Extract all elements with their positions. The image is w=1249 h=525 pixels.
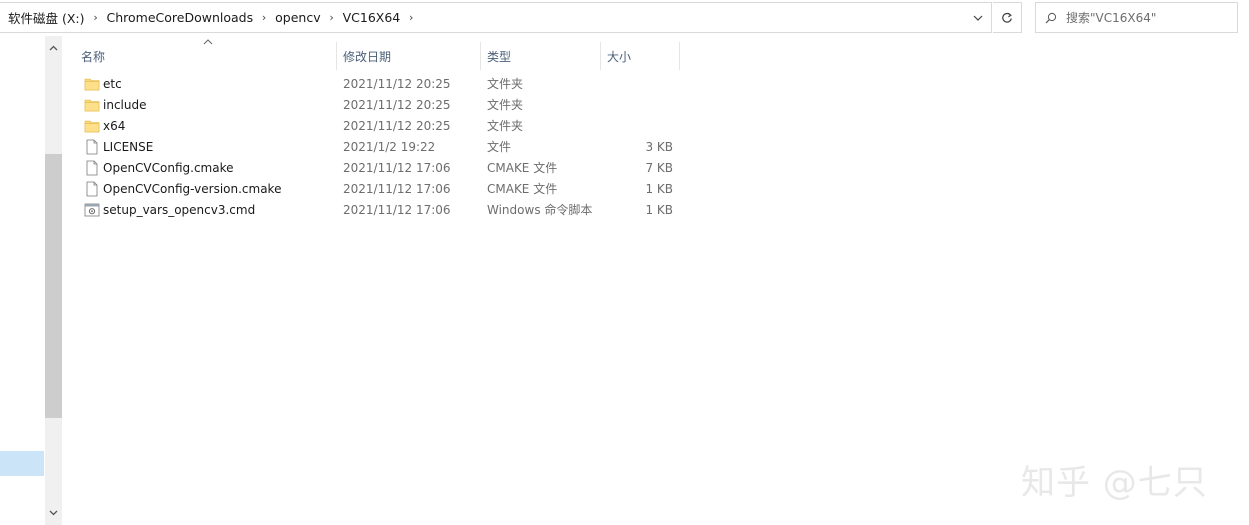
file-icon: [86, 139, 98, 155]
breadcrumb-drive[interactable]: 软件磁盘 (X:): [6, 8, 87, 27]
column-header-name[interactable]: 名称: [81, 42, 336, 70]
file-row-opencvconfig-cmake[interactable]: OpenCVConfig.cmake 2021/11/12 17:06 CMAK…: [76, 157, 676, 178]
file-size: 1 KB: [645, 181, 673, 196]
scroll-down-arrow-icon[interactable]: [45, 505, 62, 521]
file-type: 文件夹: [487, 119, 524, 133]
file-size: 3 KB: [645, 139, 673, 154]
file-date: 2021/1/2 19:22: [343, 139, 436, 154]
chevron-right-icon[interactable]: ›: [255, 11, 273, 24]
file-date: 2021/11/12 20:25: [343, 118, 451, 133]
file-type: 文件夹: [487, 98, 524, 112]
file-name: include: [103, 97, 147, 112]
file-type: CMAKE 文件: [487, 161, 558, 175]
file-row-include[interactable]: include 2021/11/12 20:25 文件夹: [76, 94, 676, 115]
folder-icon: [84, 78, 100, 91]
search-icon: [1036, 3, 1066, 32]
file-row-etc[interactable]: etc 2021/11/12 20:25 文件夹: [76, 73, 676, 94]
chevron-down-icon: [973, 15, 983, 21]
breadcrumb-chromecoredownloads[interactable]: ChromeCoreDownloads: [105, 10, 256, 25]
navigation-scrollbar[interactable]: [45, 36, 62, 525]
breadcrumb: 软件磁盘 (X:) › ChromeCoreDownloads › opencv…: [6, 3, 420, 32]
column-header-date[interactable]: 修改日期: [343, 42, 480, 70]
search-input[interactable]: [1066, 10, 1226, 25]
file-size: 1 KB: [645, 202, 673, 217]
search-box[interactable]: [1035, 2, 1238, 33]
file-row-license[interactable]: LICENSE 2021/1/2 19:22 文件 3 KB: [76, 136, 676, 157]
breadcrumb-opencv[interactable]: opencv: [273, 10, 322, 25]
column-divider[interactable]: [336, 42, 337, 70]
file-date: 2021/11/12 20:25: [343, 97, 451, 112]
chevron-right-icon[interactable]: ›: [323, 11, 341, 24]
nav-selected-item[interactable]: [0, 451, 44, 476]
column-header-size[interactable]: 大小: [607, 42, 679, 70]
file-date: 2021/11/12 20:25: [343, 76, 451, 91]
scroll-up-arrow-icon[interactable]: [45, 40, 62, 56]
refresh-button[interactable]: [993, 2, 1022, 33]
column-divider[interactable]: [679, 42, 680, 70]
folder-icon: [84, 99, 100, 112]
folder-icon: [84, 120, 100, 133]
file-row-setup-vars-cmd[interactable]: setup_vars_opencv3.cmd 2021/11/12 17:06 …: [76, 199, 676, 220]
column-divider[interactable]: [480, 42, 481, 70]
column-header-name-label: 名称: [81, 49, 106, 64]
refresh-icon: [1002, 12, 1012, 23]
file-name: setup_vars_opencv3.cmd: [103, 202, 256, 217]
file-type: 文件: [487, 140, 512, 154]
column-divider[interactable]: [600, 42, 601, 70]
file-row-opencvconfig-version-cmake[interactable]: OpenCVConfig-version.cmake 2021/11/12 17…: [76, 178, 676, 199]
column-header-size-label: 大小: [607, 49, 632, 64]
file-date: 2021/11/12 17:06: [343, 181, 451, 196]
file-date: 2021/11/12 17:06: [343, 202, 451, 217]
file-icon: [86, 160, 98, 176]
file-name: LICENSE: [103, 139, 154, 154]
scrollbar-thumb[interactable]: [45, 154, 62, 418]
file-type: Windows 命令脚本: [487, 203, 593, 217]
file-icon: [86, 181, 98, 197]
breadcrumb-vc16x64[interactable]: VC16X64: [341, 10, 403, 25]
file-list[interactable]: 名称 修改日期 类型 大小 etc 2021/11/12 20:25 文件夹 i…: [62, 36, 1249, 525]
address-history-dropdown[interactable]: [965, 3, 991, 32]
column-header-type-label: 类型: [487, 49, 512, 64]
script-icon: [84, 203, 100, 217]
column-header-date-label: 修改日期: [343, 49, 392, 64]
address-bar[interactable]: 软件磁盘 (X:) › ChromeCoreDownloads › opencv…: [0, 2, 992, 33]
file-date: 2021/11/12 17:06: [343, 160, 451, 175]
file-type: CMAKE 文件: [487, 182, 558, 196]
file-row-x64[interactable]: x64 2021/11/12 20:25 文件夹: [76, 115, 676, 136]
file-name: OpenCVConfig.cmake: [103, 160, 234, 175]
file-size: 7 KB: [645, 160, 673, 175]
column-header-type[interactable]: 类型: [487, 42, 600, 70]
chevron-right-icon[interactable]: ›: [402, 11, 420, 24]
watermark: 知乎 @七只: [1021, 463, 1208, 503]
file-name: etc: [103, 76, 122, 91]
chevron-right-icon[interactable]: ›: [87, 11, 105, 24]
file-name: OpenCVConfig-version.cmake: [103, 181, 282, 196]
file-type: 文件夹: [487, 77, 524, 91]
file-name: x64: [103, 118, 126, 133]
